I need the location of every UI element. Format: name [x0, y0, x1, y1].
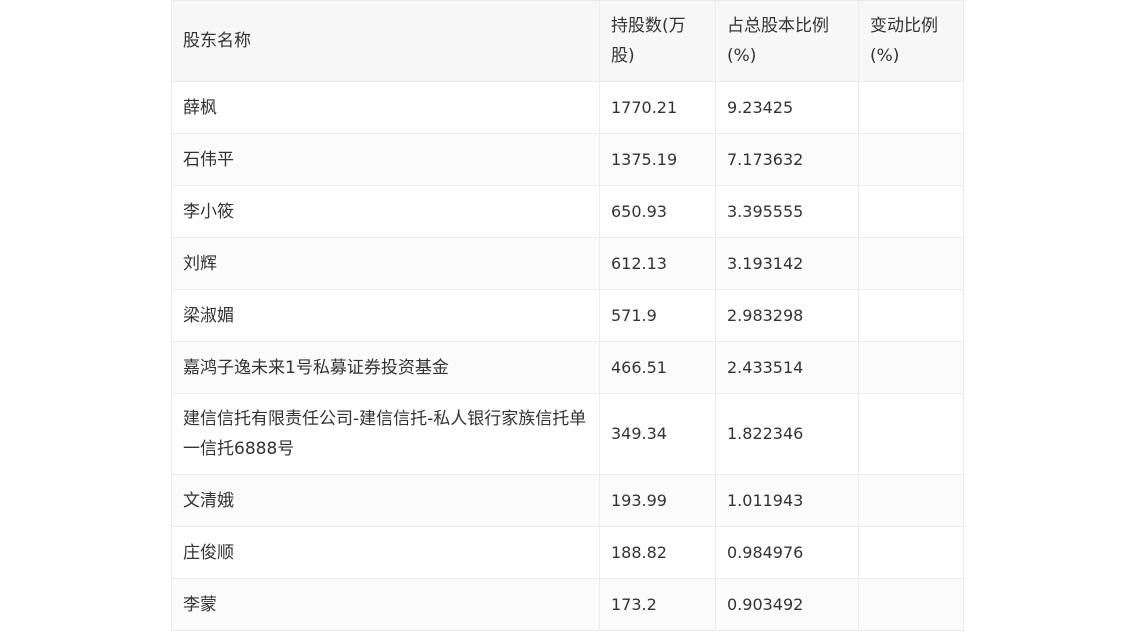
header-shareholder-name: 股东名称: [171, 0, 600, 82]
shares-held: 571.9: [599, 289, 716, 342]
change-ratio: [858, 526, 964, 579]
shareholder-name: 石伟平: [171, 133, 600, 186]
table-row: 文清娥 193.99 1.011943: [171, 474, 964, 527]
share-ratio: 7.173632: [715, 133, 859, 186]
table-row: 薛枫 1770.21 9.23425: [171, 81, 964, 134]
change-ratio: [858, 474, 964, 527]
change-ratio: [858, 185, 964, 238]
table-row: 庄俊顺 188.82 0.984976: [171, 526, 964, 579]
change-ratio: [858, 133, 964, 186]
share-ratio: 0.984976: [715, 526, 859, 579]
share-ratio: 1.011943: [715, 474, 859, 527]
share-ratio: 3.193142: [715, 237, 859, 290]
shares-held: 650.93: [599, 185, 716, 238]
table-row: 嘉鸿子逸未来1号私募证券投资基金 466.51 2.433514: [171, 341, 964, 394]
table-row: 建信信托有限责任公司-建信信托-私人银行家族信托单一信托6888号 349.34…: [171, 393, 964, 475]
shares-held: 612.13: [599, 237, 716, 290]
header-change-ratio: 变动比例(%): [858, 0, 964, 82]
table-row: 梁淑媚 571.9 2.983298: [171, 289, 964, 342]
change-ratio: [858, 578, 964, 631]
share-ratio: 2.433514: [715, 341, 859, 394]
table-row: 李蒙 173.2 0.903492: [171, 578, 964, 631]
header-shares-held: 持股数(万股): [599, 0, 716, 82]
change-ratio: [858, 237, 964, 290]
shareholder-name: 建信信托有限责任公司-建信信托-私人银行家族信托单一信托6888号: [171, 393, 600, 475]
shareholder-name: 李小筱: [171, 185, 600, 238]
shareholder-name: 庄俊顺: [171, 526, 600, 579]
table-row: 刘辉 612.13 3.193142: [171, 237, 964, 290]
change-ratio: [858, 289, 964, 342]
change-ratio: [858, 341, 964, 394]
shares-held: 466.51: [599, 341, 716, 394]
table-row: 李小筱 650.93 3.395555: [171, 185, 964, 238]
shares-held: 173.2: [599, 578, 716, 631]
change-ratio: [858, 81, 964, 134]
table-row: 石伟平 1375.19 7.173632: [171, 133, 964, 186]
shares-held: 193.99: [599, 474, 716, 527]
shareholder-name: 嘉鸿子逸未来1号私募证券投资基金: [171, 341, 600, 394]
table-header-row: 股东名称 持股数(万股) 占总股本比例(%) 变动比例(%): [171, 0, 964, 82]
header-share-ratio: 占总股本比例(%): [715, 0, 859, 82]
share-ratio: 3.395555: [715, 185, 859, 238]
share-ratio: 9.23425: [715, 81, 859, 134]
shareholder-name: 文清娥: [171, 474, 600, 527]
shareholder-name: 梁淑媚: [171, 289, 600, 342]
shares-held: 1770.21: [599, 81, 716, 134]
shareholder-name: 薛枫: [171, 81, 600, 134]
shares-held: 349.34: [599, 393, 716, 475]
shares-held: 188.82: [599, 526, 716, 579]
change-ratio: [858, 393, 964, 475]
share-ratio: 0.903492: [715, 578, 859, 631]
top-shareholders-table: 股东名称 持股数(万股) 占总股本比例(%) 变动比例(%) 薛枫 1770.2…: [171, 0, 964, 631]
shareholder-name: 李蒙: [171, 578, 600, 631]
shareholder-table-container: 股东名称 持股数(万股) 占总股本比例(%) 变动比例(%) 薛枫 1770.2…: [171, 0, 964, 631]
share-ratio: 2.983298: [715, 289, 859, 342]
shareholder-name: 刘辉: [171, 237, 600, 290]
share-ratio: 1.822346: [715, 393, 859, 475]
shares-held: 1375.19: [599, 133, 716, 186]
